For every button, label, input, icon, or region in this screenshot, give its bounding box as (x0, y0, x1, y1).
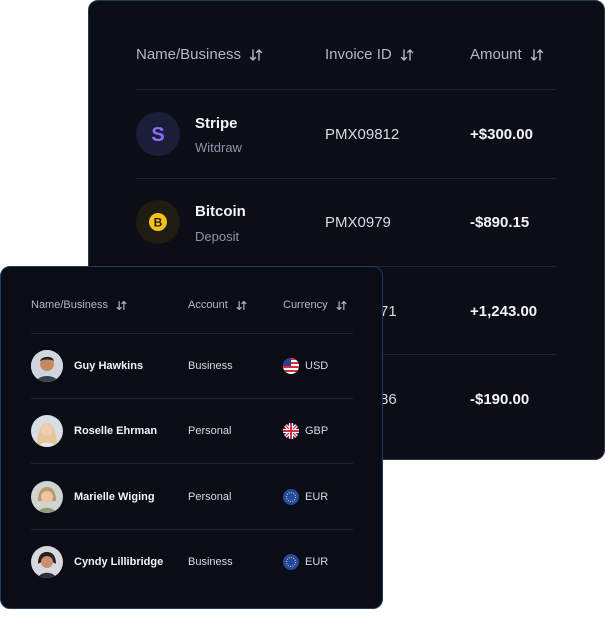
currency-code: USD (305, 360, 329, 372)
column-header-account[interactable]: Account (188, 299, 247, 311)
amount: +1,243.00 (470, 303, 538, 320)
avatar (31, 415, 63, 447)
uk-flag-icon (283, 423, 299, 439)
row-divider (136, 89, 556, 90)
account-type: Personal (188, 491, 232, 503)
person-name: Cyndy Lillibridge (74, 556, 164, 568)
account-type: Personal (188, 425, 232, 437)
account-type: Business (188, 360, 233, 372)
eu-flag-icon (283, 554, 299, 570)
column-header-amount[interactable]: Amount (470, 46, 544, 63)
transaction-type: Deposit (195, 229, 240, 244)
amount: -$890.15 (470, 214, 530, 231)
row-divider (136, 178, 556, 179)
sort-icon[interactable] (400, 48, 414, 62)
amount: -$190.00 (470, 391, 530, 408)
row-divider (31, 529, 353, 530)
business-name: Bitcoin (195, 203, 246, 220)
bitcoin-icon: B (136, 200, 180, 244)
sort-icon[interactable] (116, 300, 127, 311)
transaction-type: Witdraw (195, 140, 242, 155)
accounts-table-card: Name/Business Account Currency Guy Hawki… (0, 266, 383, 609)
sort-icon[interactable] (336, 300, 347, 311)
column-header-name[interactable]: Name/Business (31, 299, 127, 311)
column-header-name[interactable]: Name/Business (136, 46, 263, 63)
column-header-invoice[interactable]: Invoice ID (325, 46, 414, 63)
svg-text:B: B (154, 216, 163, 230)
currency-code: EUR (305, 556, 329, 568)
invoice-id: PMX09812 (325, 126, 400, 143)
row-divider (31, 463, 353, 464)
currency-code: EUR (305, 491, 329, 503)
svg-text:S: S (151, 124, 164, 146)
stripe-icon: S (136, 112, 180, 156)
row-divider (31, 333, 353, 334)
person-name: Guy Hawkins (74, 360, 144, 372)
sort-icon[interactable] (236, 300, 247, 311)
amount: +$300.00 (470, 126, 533, 143)
us-flag-icon (283, 358, 299, 374)
person-name: Roselle Ehrman (74, 425, 158, 437)
eu-flag-icon (283, 489, 299, 505)
account-type: Business (188, 556, 233, 568)
avatar (31, 481, 63, 513)
column-header-currency[interactable]: Currency (283, 299, 347, 311)
row-divider (31, 398, 353, 399)
avatar (31, 546, 63, 578)
person-name: Marielle Wiging (74, 491, 155, 503)
sort-icon[interactable] (530, 48, 544, 62)
currency-code: GBP (305, 425, 329, 437)
invoice-id: PMX0979 (325, 214, 391, 231)
business-name: Stripe (195, 115, 238, 132)
avatar (31, 350, 63, 382)
sort-icon[interactable] (249, 48, 263, 62)
